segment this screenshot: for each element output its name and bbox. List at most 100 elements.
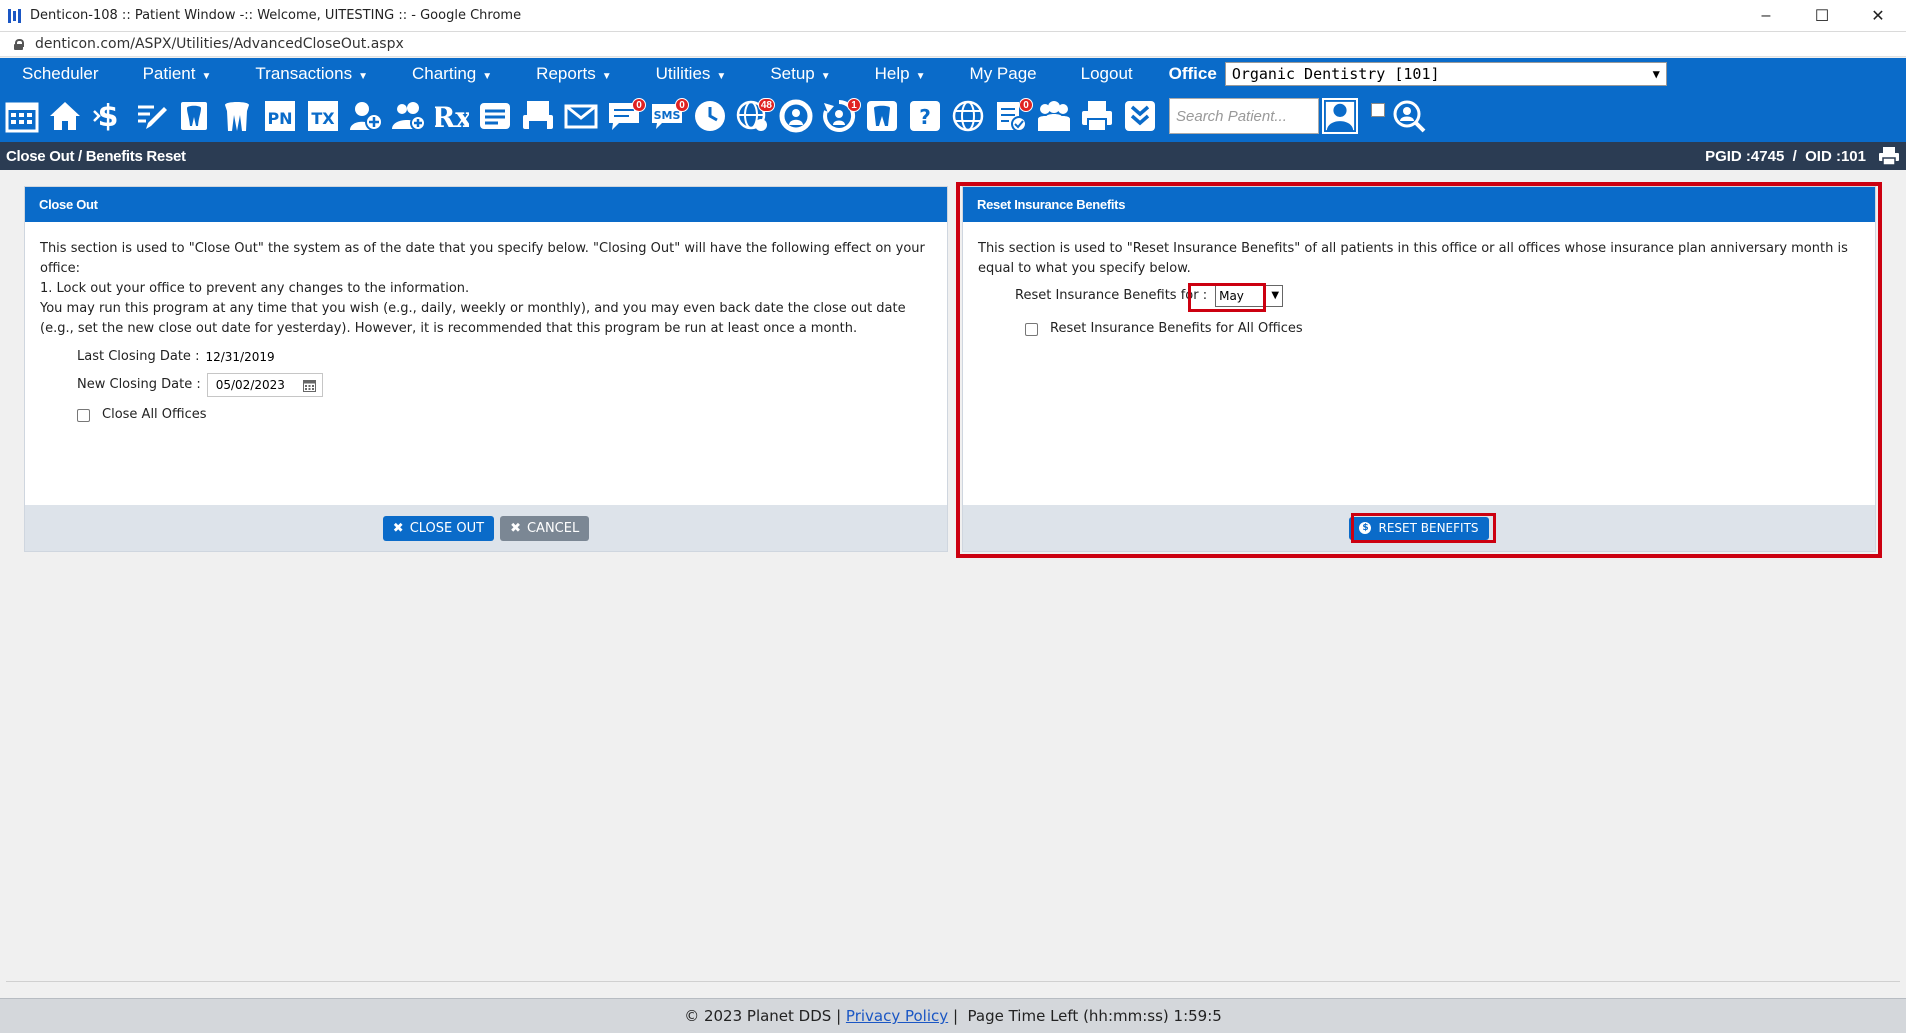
prescription-icon[interactable]: Rx xyxy=(434,96,470,136)
globe-alerts-icon[interactable]: 48 xyxy=(735,96,775,136)
x-icon: ✖ xyxy=(510,520,521,536)
x-icon: ✖ xyxy=(392,520,404,536)
page-ids: PGID :4745 / OID :101 xyxy=(1705,147,1866,165)
caret-down-icon: ▼ xyxy=(601,71,612,82)
forms-badge: 0 xyxy=(1019,98,1033,112)
minimize-button[interactable]: – xyxy=(1738,0,1794,32)
new-closing-date-input[interactable]: 05/02/2023 xyxy=(206,373,323,397)
menu-setup[interactable]: Setup ▼ xyxy=(748,64,852,84)
main-menu-bar: Scheduler Patient ▼ Transactions ▼ Chartin… xyxy=(0,58,1906,90)
last-closing-date-label: Last Closing Date : xyxy=(77,349,200,364)
calendar-icon[interactable] xyxy=(4,96,40,136)
url-text[interactable]: denticon.com/ASPX/Utilities/AdvancedClos… xyxy=(35,36,404,52)
caret-down-icon: ▼ xyxy=(201,71,212,82)
office-select[interactable]: Organic Dentistry [101] ▼ xyxy=(1224,62,1667,86)
tooth-icon[interactable] xyxy=(219,96,255,136)
sms-icon[interactable]: SMS 0 xyxy=(649,96,689,136)
pencil-notes-icon[interactable] xyxy=(133,96,169,136)
address-bar[interactable]: denticon.com/ASPX/Utilities/AdvancedClos… xyxy=(0,32,1906,57)
sms-badge: 0 xyxy=(675,98,689,112)
svg-text:Rx: Rx xyxy=(435,101,469,133)
svg-text:PN: PN xyxy=(267,109,292,128)
close-out-desc-line3: You may run this program at any time tha… xyxy=(40,301,906,336)
patient-search-icon[interactable] xyxy=(1321,97,1359,135)
icon-toolbar: $ PN TX Rx 0 SMS 0 48 1 ? 0 Search Patien… xyxy=(0,90,1906,142)
lock-icon xyxy=(14,38,24,50)
menu-reports[interactable]: Reports ▼ xyxy=(514,64,633,84)
close-all-offices-checkbox[interactable] xyxy=(77,408,90,422)
menu-charting[interactable]: Charting ▼ xyxy=(390,64,514,84)
last-closing-date-value: 12/31/2019 xyxy=(205,350,275,364)
reset-panel-highlight xyxy=(956,182,1882,558)
calendar-picker-icon[interactable] xyxy=(302,379,316,392)
home-icon[interactable] xyxy=(47,96,83,136)
caret-down-icon: ▼ xyxy=(915,71,926,82)
alerts-badge: 48 xyxy=(757,98,775,112)
messages-badge: 0 xyxy=(632,98,646,112)
recall-badge: 1 xyxy=(847,98,861,112)
menu-scheduler[interactable]: Scheduler xyxy=(0,64,121,84)
add-patient-icon[interactable] xyxy=(348,96,384,136)
web-globe-icon[interactable] xyxy=(950,96,986,136)
month-select-highlight xyxy=(1188,283,1266,312)
caret-down-icon: ▼ xyxy=(358,71,368,82)
support-lifebuoy-icon[interactable] xyxy=(778,96,814,136)
office-label: Office xyxy=(1168,64,1217,83)
svg-text:SMS: SMS xyxy=(654,109,681,122)
progress-notes-icon[interactable]: PN xyxy=(262,96,298,136)
denticon-app-icon xyxy=(8,8,22,24)
download-chevron-icon[interactable] xyxy=(1122,96,1158,136)
clock-icon[interactable] xyxy=(692,96,728,136)
close-out-panel: Close Out This section is used to "Close… xyxy=(24,186,948,552)
add-family-icon[interactable] xyxy=(391,96,427,136)
cancel-button[interactable]: ✖ CANCEL xyxy=(500,515,590,541)
caret-down-icon: ▼ xyxy=(482,71,493,82)
caret-down-icon: ▼ xyxy=(716,71,727,82)
new-closing-date-value: 05/02/2023 xyxy=(215,378,285,392)
tooth-chart-icon[interactable] xyxy=(176,96,212,136)
messages-icon[interactable]: 0 xyxy=(606,96,646,136)
forms-icon[interactable]: 0 xyxy=(993,96,1033,136)
toolbar-checkbox[interactable] xyxy=(1371,103,1385,117)
treatment-plan-icon[interactable]: TX xyxy=(305,96,341,136)
menu-logout[interactable]: Logout xyxy=(1059,64,1155,84)
page-header: Close Out / Benefits Reset PGID :4745 / … xyxy=(0,142,1906,170)
printer-icon[interactable] xyxy=(1079,96,1115,136)
tooth-question-icon[interactable]: ? xyxy=(907,96,943,136)
menu-help[interactable]: Help ▼ xyxy=(853,64,948,84)
envelope-icon[interactable] xyxy=(563,96,599,136)
close-out-button[interactable]: ✖ CLOSE OUT xyxy=(382,515,495,541)
menu-patient[interactable]: Patient ▼ xyxy=(121,64,234,84)
advanced-search-icon[interactable] xyxy=(1391,96,1427,136)
close-out-desc-line2: 1. Lock out your office to prevent any c… xyxy=(40,281,470,296)
notes-icon[interactable] xyxy=(477,96,513,136)
window-title: Denticon-108 :: Patient Window -:: Welco… xyxy=(30,8,522,23)
menu-transactions[interactable]: Transactions ▼ xyxy=(233,64,390,84)
close-window-button[interactable]: ✕ xyxy=(1850,0,1906,32)
new-closing-date-label: New Closing Date : xyxy=(77,377,201,392)
close-out-desc-line1: This section is used to "Close Out" the … xyxy=(40,241,925,276)
svg-text:?: ? xyxy=(919,105,931,129)
page-title: Close Out / Benefits Reset xyxy=(6,147,186,165)
menu-my-page[interactable]: My Page xyxy=(948,64,1059,84)
close-out-title: Close Out xyxy=(25,187,947,222)
print-page-icon[interactable] xyxy=(1878,146,1900,166)
document-print-icon[interactable] xyxy=(520,96,556,136)
privacy-policy-link[interactable]: Privacy Policy xyxy=(846,1007,948,1025)
caret-down-icon: ▼ xyxy=(820,71,831,82)
maximize-button[interactable]: ☐ xyxy=(1794,0,1850,32)
reset-button-highlight xyxy=(1351,513,1496,543)
page-time-left: | Page Time Left (hh:mm:ss) 1:59:5 xyxy=(952,1007,1222,1025)
copyright-text: © 2023 Planet DDS | xyxy=(684,1007,842,1025)
dollar-icon[interactable]: $ xyxy=(90,96,126,136)
office-select-value: Organic Dentistry [101] xyxy=(1231,65,1440,83)
recall-icon[interactable]: 1 xyxy=(821,96,861,136)
search-patient-input[interactable]: Search Patient... xyxy=(1169,98,1319,134)
dropdown-arrow-icon: ▼ xyxy=(1652,67,1660,81)
close-out-footer: ✖ CLOSE OUT ✖ CANCEL xyxy=(25,505,947,551)
menu-utilities[interactable]: Utilities ▼ xyxy=(634,64,749,84)
group-people-icon[interactable] xyxy=(1036,96,1072,136)
dental-chart-icon[interactable] xyxy=(864,96,900,136)
browser-title-bar: Denticon-108 :: Patient Window -:: Welco… xyxy=(0,0,1906,32)
svg-text:TX: TX xyxy=(311,109,335,128)
